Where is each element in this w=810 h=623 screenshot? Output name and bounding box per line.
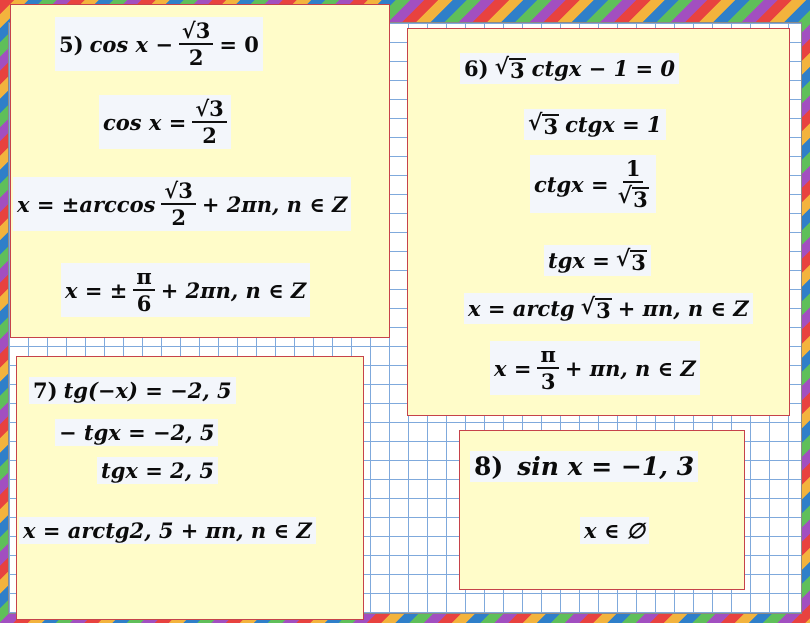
fraction: 1 √ 3 [617,156,649,212]
square-root: √ 3 [615,246,647,275]
task-5-card: 5) cos x − √3 2 = 0 cos x = √3 2 x = ±arcc… [10,4,390,338]
task-8-number: 8) [474,452,504,481]
task-7-line-3: tgx = 2, 5 [97,457,218,484]
square-root: √ 3 [580,294,612,323]
fraction: π6 [133,266,155,314]
task-6-line-4: tgx = √ 3 [544,245,651,276]
fraction: √3 2 [192,98,227,146]
task-8-line-2: x ∈ ∅ [580,517,649,544]
fraction: √3 2 [161,180,196,228]
task-8-line-1: 8) sin x = −1, 3 [470,451,699,482]
task-6-line-2: √ 3 ctgx = 1 [524,109,666,140]
task-6-line-3: ctgx = 1 √ 3 [530,155,656,213]
task-5-number: 5) [59,31,84,57]
task-7-line-1: 7) tg(−x) = −2, 5 [29,377,236,404]
task-7-card: 7) tg(−x) = −2, 5 − tgx = −2, 5 tgx = 2,… [16,356,364,620]
task-7-line-4: x = arctg2, 5 + πn, n ∈ Z [19,517,316,544]
task-5-line-2: cos x = √3 2 [99,95,231,149]
task-6-line-1: 6) √ 3 ctgx − 1 = 0 [460,53,680,84]
task-6-line-5: x = arctg √ 3 + πn, n ∈ Z [464,293,753,324]
task-5-line-4: x = ± π6 + 2πn, n ∈ Z [61,263,311,317]
task-6-card: 6) √ 3 ctgx − 1 = 0 √ 3 ctgx = 1 ctgx = 1 … [407,28,790,416]
fraction: √3 2 [178,20,214,68]
task-5-line-3: x = ±arccos √3 2 + 2πn, n ∈ Z [13,177,352,231]
task-7-number: 7) [33,378,58,403]
square-root: √ 3 [528,110,560,139]
fraction: π3 [537,344,559,392]
task-5-line-1: 5) cos x − √3 2 = 0 [55,17,263,71]
task-6-number: 6) [464,56,489,81]
task-7-line-2: − tgx = −2, 5 [55,419,219,446]
square-root: √ 3 [494,54,526,83]
task-6-line-6: x = π3 + πn, n ∈ Z [490,341,700,395]
task-8-card: 8) sin x = −1, 3 x ∈ ∅ [459,430,745,590]
